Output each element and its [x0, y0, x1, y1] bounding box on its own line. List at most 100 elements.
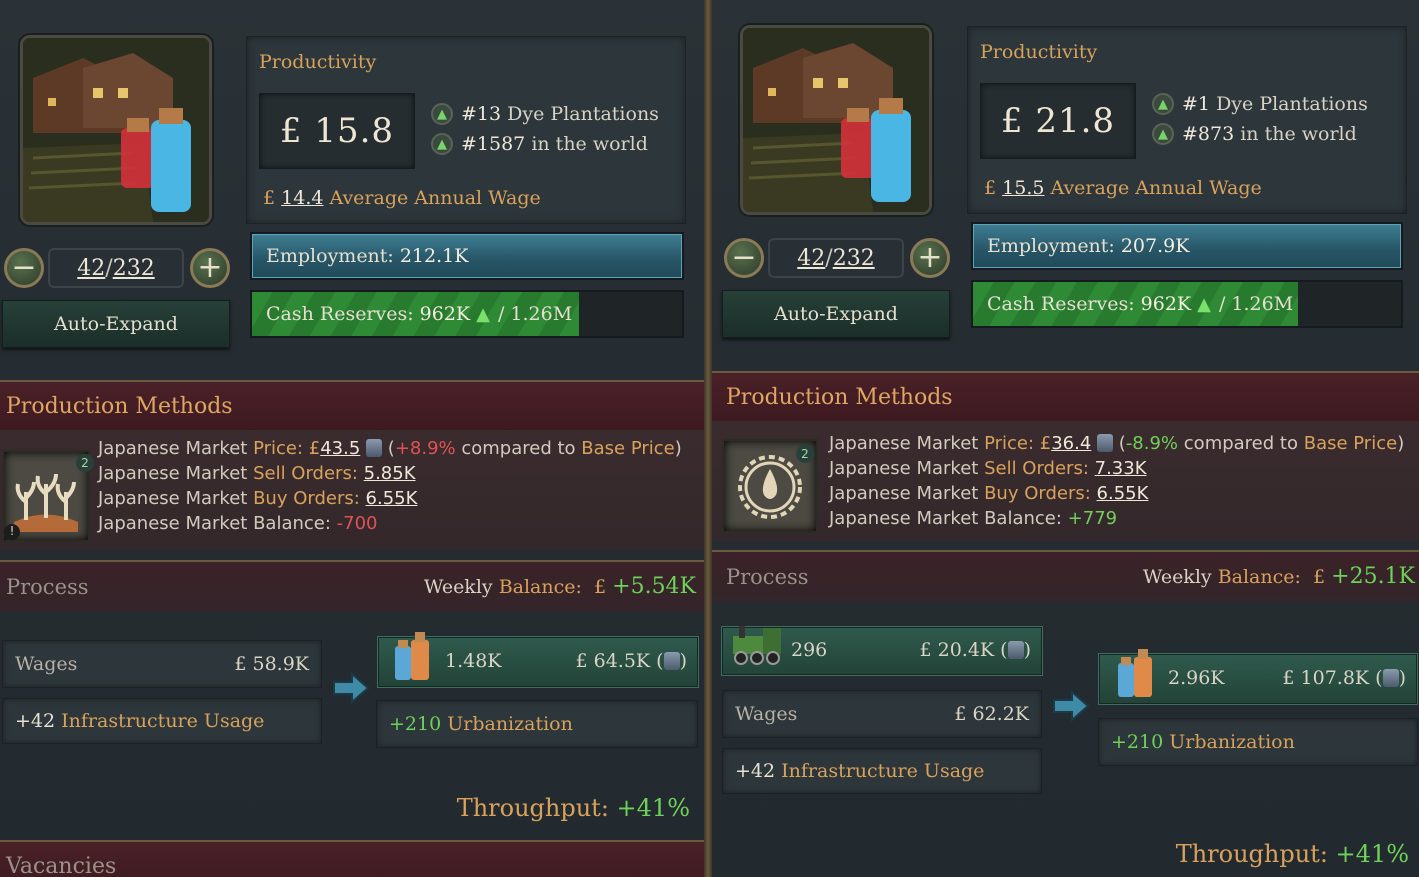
market-sell-value: 5.85K	[363, 463, 416, 484]
market-buy-line[interactable]: Japanese Market Buy Orders: 6.55K	[98, 488, 417, 509]
market-price-line[interactable]: Japanese Market Price: £43.5 (+8.9% comp…	[98, 438, 682, 459]
building-image	[20, 35, 212, 225]
rank-type-row[interactable]: ▲ #1 Dye Plantations	[1152, 93, 1368, 115]
rank-type-row[interactable]: ▲ #13 Dye Plantations	[431, 103, 659, 125]
rank-type-number: #13	[461, 103, 502, 125]
market-price-currency: £	[308, 438, 321, 459]
dye-plantation-illustration	[743, 28, 929, 212]
output-goods-box[interactable]: 2.96K £ 107.8K ()	[1099, 649, 1417, 704]
market-sell-line[interactable]: Japanese Market Sell Orders: 5.85K	[98, 463, 416, 484]
market-price-line[interactable]: Japanese Market Price: £36.4 (-8.9% comp…	[829, 433, 1404, 454]
output-goods-box[interactable]: 1.48K £ 64.5K ()	[378, 632, 698, 687]
market-price-label: Price:	[984, 433, 1035, 454]
rank-world-row[interactable]: ▲ #1587 in the world	[431, 133, 648, 155]
wages-input-box[interactable]: Wages £ 62.2K	[722, 690, 1042, 738]
building-panel-left: Productivity £ 15.8 ▲ #13 Dye Plantation…	[0, 0, 704, 877]
production-methods-header: Production Methods	[712, 371, 1419, 421]
engines-input-box[interactable]: 296 £ 20.4K ()	[722, 626, 1042, 675]
silver-coins-icon	[1382, 669, 1399, 687]
weekly-balance[interactable]: Weekly Balance: £ +5.54K	[424, 574, 696, 599]
cash-value: 962K	[1140, 293, 1192, 315]
auto-expand-button[interactable]: Auto-Expand	[2, 300, 230, 348]
plus-icon: +	[197, 250, 223, 285]
production-method-button[interactable]: 2	[722, 439, 818, 533]
production-methods-header: Production Methods	[0, 380, 704, 430]
throughput-label: Throughput:	[1175, 840, 1328, 868]
market-price-open: (	[1118, 433, 1126, 454]
auto-expand-button[interactable]: Auto-Expand	[722, 290, 950, 338]
productivity-box: Productivity £ 15.8 ▲ #13 Dye Plantation…	[246, 36, 686, 224]
decrease-level-button[interactable]: −	[724, 238, 764, 278]
level-max: 232	[832, 245, 875, 271]
cash-reserves-bar[interactable]: Cash Reserves: 962K ▲ / 1.26M	[250, 290, 684, 338]
weekly-balance-label-a: Weekly	[423, 576, 499, 598]
employment-label: Employment:	[987, 235, 1115, 257]
market-price-change: -8.9%	[1125, 433, 1179, 454]
process-title: Process	[726, 565, 809, 589]
cash-separator: /	[497, 303, 505, 325]
market-sell-value: 7.33K	[1094, 458, 1147, 479]
panel-divider	[704, 0, 712, 877]
output-quantity: 2.96K	[1168, 667, 1225, 689]
infra-value: +42	[15, 710, 56, 732]
warning-icon: !	[4, 524, 20, 540]
market-balance-line[interactable]: Japanese Market Balance: -700	[98, 513, 378, 534]
market-price-label: Price:	[253, 438, 304, 459]
rank-world-label: in the world	[531, 133, 648, 155]
output-close: )	[1398, 667, 1406, 689]
employment-bar[interactable]: Employment: 207.9K	[971, 222, 1403, 270]
market-buy-label: Buy Orders:	[253, 488, 360, 509]
wages-input-box[interactable]: Wages £ 58.9K	[2, 640, 322, 688]
market-buy-line[interactable]: Japanese Market Buy Orders: 6.55K	[829, 483, 1148, 504]
market-buy-value: 6.55K	[365, 488, 418, 509]
process-arrow-icon	[333, 672, 370, 704]
weekly-balance[interactable]: Weekly Balance: £ +25.1K	[1143, 564, 1415, 589]
employment-bar[interactable]: Employment: 212.1K	[250, 232, 684, 280]
increase-level-button[interactable]: +	[910, 238, 950, 278]
productivity-title: Productivity	[980, 41, 1098, 63]
rank-icon: ▲	[431, 103, 453, 125]
market-price-prefix: Japanese Market	[829, 433, 985, 454]
production-method-button[interactable]: 2 !	[2, 450, 94, 542]
urbanization-box[interactable]: +210 Urbanization	[376, 700, 698, 748]
process-title: Process	[6, 575, 89, 599]
market-price-compared: compared to	[461, 438, 576, 459]
productivity-box: Productivity £ 21.8 ▲ #1 Dye Plantations…	[967, 26, 1407, 214]
minus-icon: −	[731, 240, 757, 275]
weekly-balance-currency: £	[1313, 566, 1326, 588]
throughput[interactable]: Throughput: +41%	[457, 794, 690, 822]
dye-bottles-icon	[395, 632, 429, 680]
infra-label: Infrastructure Usage	[61, 710, 265, 732]
cash-separator: /	[1218, 293, 1226, 315]
cash-up-icon: ▲	[476, 303, 490, 325]
increase-level-button[interactable]: +	[190, 248, 230, 288]
wage-label: Average Annual Wage	[1050, 177, 1262, 199]
average-wage-row[interactable]: £ 14.4 Average Annual Wage	[263, 187, 541, 209]
vacancies-header: Vacancies	[0, 840, 704, 877]
market-sell-line[interactable]: Japanese Market Sell Orders: 7.33K	[829, 458, 1147, 479]
rank-world-row[interactable]: ▲ #873 in the world	[1152, 123, 1357, 145]
market-balance-prefix: Japanese Market	[829, 508, 985, 529]
average-wage-row[interactable]: £ 15.5 Average Annual Wage	[984, 177, 1262, 199]
market-sell-label: Sell Orders:	[984, 458, 1089, 479]
urbanization-box[interactable]: +210 Urbanization	[1098, 718, 1418, 766]
infrastructure-usage-box[interactable]: +42 Infrastructure Usage	[722, 748, 1042, 794]
market-balance-label: Balance:	[984, 508, 1062, 529]
level-current: 42	[77, 255, 106, 281]
urbanization-label: Urbanization	[1169, 731, 1295, 753]
plus-icon: +	[917, 240, 943, 275]
weekly-balance-value: +25.1K	[1331, 564, 1415, 589]
decrease-level-button[interactable]: −	[4, 248, 44, 288]
market-price-base: Base Price	[1303, 433, 1398, 454]
infrastructure-usage-box[interactable]: +42 Infrastructure Usage	[2, 698, 322, 744]
cash-reserves-bar[interactable]: Cash Reserves: 962K ▲ / 1.26M	[971, 280, 1403, 328]
employment-label: Employment:	[266, 245, 394, 267]
level-max: 232	[112, 255, 155, 281]
productivity-title: Productivity	[259, 51, 377, 73]
infra-label: Infrastructure Usage	[781, 760, 985, 782]
cash-label: Cash Reserves:	[266, 303, 414, 325]
market-balance-line[interactable]: Japanese Market Balance: +779	[829, 508, 1117, 529]
throughput[interactable]: Throughput: +41%	[1176, 840, 1409, 868]
process-header: Process Weekly Balance: £ +5.54K	[0, 560, 704, 612]
level-current: 42	[797, 245, 826, 271]
